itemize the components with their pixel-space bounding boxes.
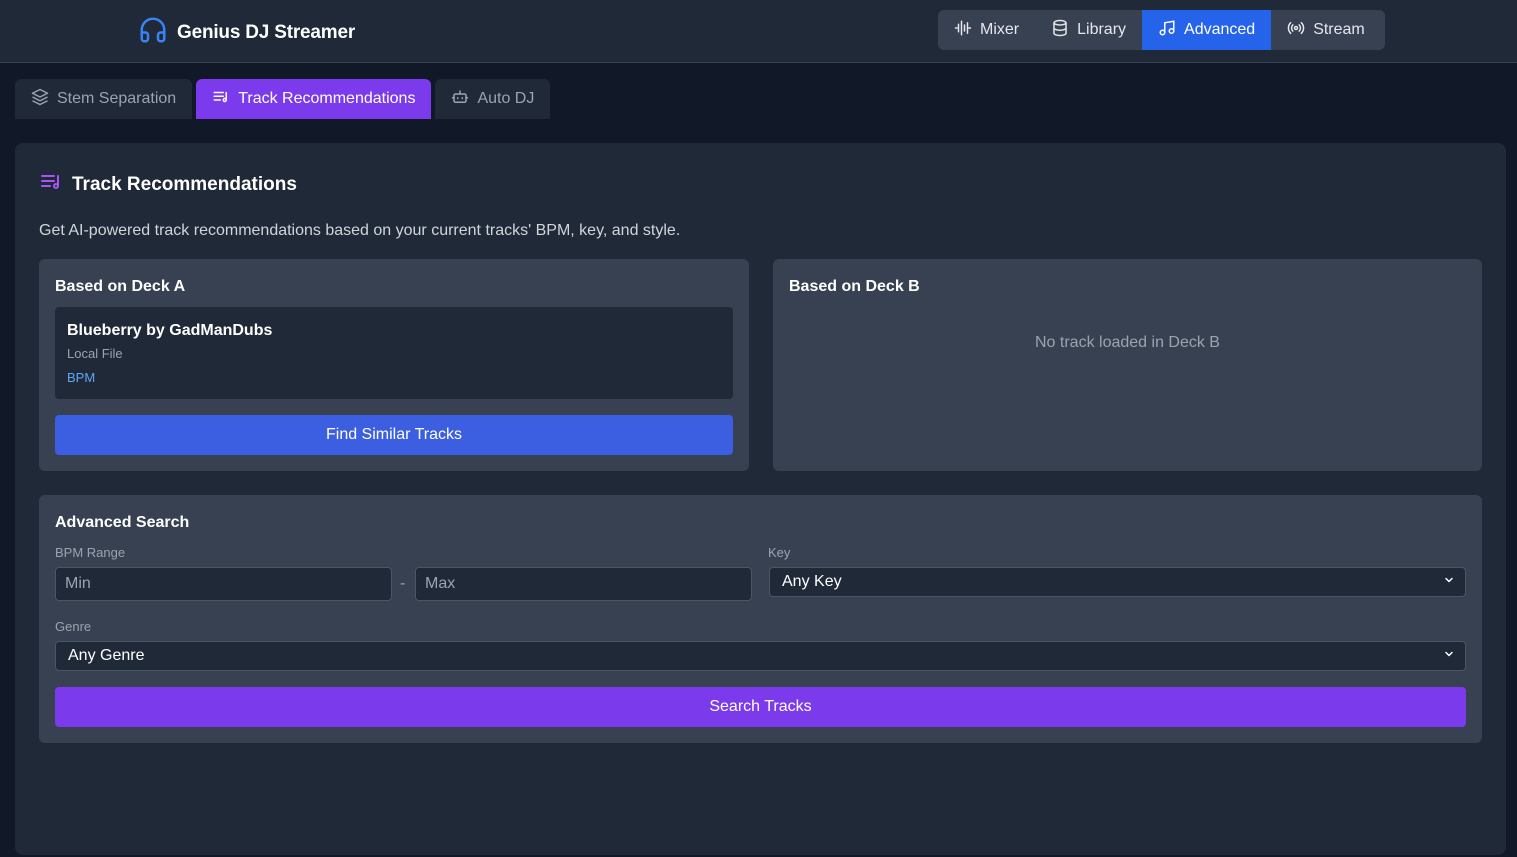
music-note-icon [1158,19,1176,42]
database-icon [1051,19,1069,42]
chevron-down-icon [1443,647,1455,665]
search-tracks-button[interactable]: Search Tracks [55,687,1466,727]
deck-a-title: Based on Deck A [55,278,186,295]
nav-library[interactable]: Library [1035,10,1142,50]
app-title: Genius DJ Streamer [177,21,356,43]
nav-library-label: Library [1077,21,1127,38]
tab-stem-separation[interactable]: Stem Separation [15,79,193,119]
key-label: Key [768,545,791,560]
track-bpm: BPM [67,370,96,385]
bpm-max-placeholder: Max [425,575,456,592]
playlist-icon [212,88,230,111]
panel-description: Get AI-powered track recommendations bas… [39,222,681,239]
layers-icon [31,88,49,111]
tab-track-recommendations-label: Track Recommendations [238,90,416,107]
nav-mixer-label: Mixer [980,21,1020,38]
deck-a-card: Based on Deck A Blueberry by GadManDubs … [39,259,749,471]
chevron-down-icon [1443,573,1455,591]
tab-stem-separation-label: Stem Separation [57,90,177,107]
deck-b-card: Based on Deck B No track loaded in Deck … [773,259,1482,471]
find-similar-tracks-button[interactable]: Find Similar Tracks [55,415,733,455]
nav-advanced[interactable]: Advanced [1142,10,1272,50]
track-name: Blueberry by GadManDubs [67,322,273,339]
genre-label: Genre [55,619,92,634]
headphones-icon [138,15,168,50]
advanced-search-title: Advanced Search [55,514,190,531]
panel-header: Track Recommendations [39,170,297,199]
nav-stream-label: Stream [1313,21,1365,38]
brand: Genius DJ Streamer [138,15,355,50]
tab-auto-dj[interactable]: Auto DJ [435,79,551,119]
bpm-range-dash: - [400,575,406,592]
deck-b-title: Based on Deck B [789,278,920,295]
advanced-tabs: Stem Separation Track Recommendations Au… [15,79,551,119]
tab-track-recommendations[interactable]: Track Recommendations [196,79,432,119]
genre-select[interactable]: Any Genre [55,641,1466,671]
deck-a-track: Blueberry by GadManDubs Local File BPM [55,307,733,399]
tab-auto-dj-label: Auto DJ [477,90,535,107]
bpm-min-placeholder: Min [65,575,91,592]
deck-b-empty-message: No track loaded in Deck B [1035,334,1220,351]
advanced-search-card: Advanced Search BPM Range Min - Max Key … [39,495,1482,743]
nav-stream[interactable]: Stream [1271,10,1381,50]
main-nav: Mixer Library Advanced Stream [938,10,1385,50]
broadcast-icon [1287,19,1305,42]
panel-title: Track Recommendations [72,173,297,195]
track-recommendations-panel: Track Recommendations Get AI-powered tra… [15,143,1506,855]
waveform-icon [954,19,972,42]
top-bar: Genius DJ Streamer Mixer Library Advance… [0,0,1517,63]
genre-select-value: Any Genre [68,647,145,664]
nav-mixer[interactable]: Mixer [938,10,1035,50]
robot-icon [451,88,469,111]
nav-advanced-label: Advanced [1184,21,1256,38]
playlist-icon [39,170,63,199]
key-select-value: Any Key [782,573,842,590]
bpm-range-label: BPM Range [55,545,126,560]
key-select[interactable]: Any Key [769,567,1466,597]
bpm-max-input[interactable]: Max [415,567,752,601]
track-source: Local File [67,346,123,361]
bpm-min-input[interactable]: Min [55,567,392,601]
